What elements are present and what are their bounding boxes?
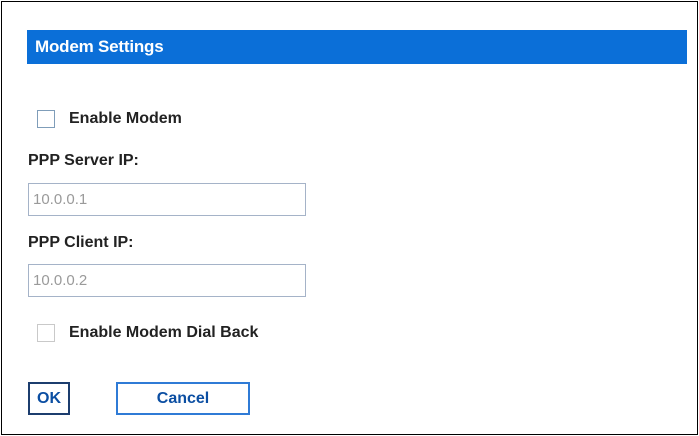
ppp-client-ip-input[interactable] — [28, 264, 306, 297]
enable-modem-label: Enable Modem — [69, 110, 182, 127]
enable-dial-back-row[interactable]: Enable Modem Dial Back — [37, 324, 258, 342]
ppp-client-ip-label: PPP Client IP: — [28, 234, 134, 251]
cancel-button[interactable]: Cancel — [116, 382, 250, 415]
enable-modem-checkbox[interactable] — [37, 110, 55, 128]
enable-dial-back-checkbox[interactable] — [37, 324, 55, 342]
enable-dial-back-label: Enable Modem Dial Back — [69, 324, 259, 341]
ppp-server-ip-input[interactable] — [28, 183, 306, 216]
enable-modem-row[interactable]: Enable Modem — [37, 110, 182, 128]
panel-title: Modem Settings — [27, 30, 687, 64]
modem-settings-panel: Modem Settings Enable Modem PPP Server I… — [1, 1, 698, 435]
ppp-server-ip-label: PPP Server IP: — [28, 152, 139, 169]
ok-button[interactable]: OK — [28, 382, 70, 415]
